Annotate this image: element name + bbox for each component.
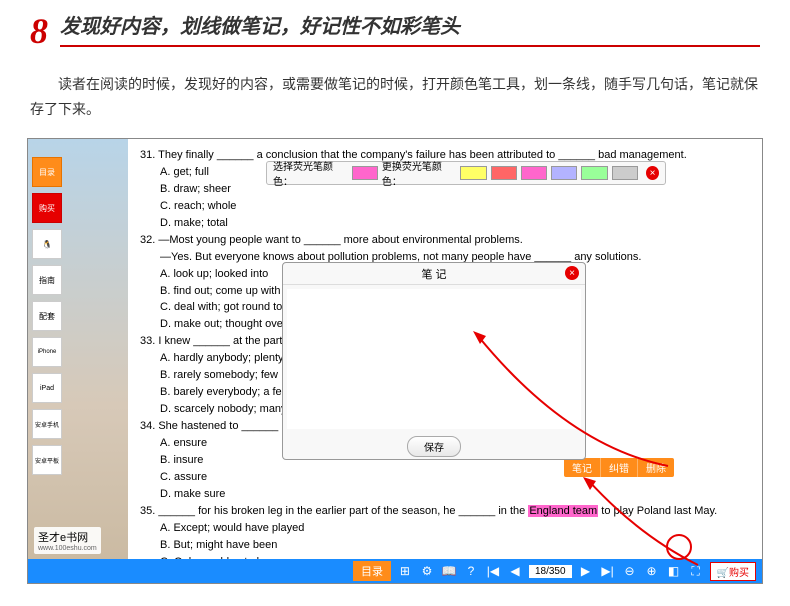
- annotation-bar: 笔记 纠错 删除: [564, 458, 674, 477]
- fullscreen-icon[interactable]: ⛶: [688, 563, 704, 579]
- scribble-tab[interactable]: 纠错: [601, 458, 638, 477]
- color-swatch-active[interactable]: [352, 166, 378, 180]
- section-number: 8: [30, 10, 48, 52]
- option-35a: A. Except; would have played: [140, 521, 750, 537]
- close-note-icon[interactable]: ×: [565, 266, 579, 280]
- android-phone-button[interactable]: 安卓手机: [32, 409, 62, 439]
- color-swatch-yellow[interactable]: [460, 166, 486, 180]
- app-screenshot: 目录 购买 🐧 指南 配套 iPhone iPad 安卓手机 安卓平板 31. …: [27, 138, 763, 584]
- brand-logo: 圣才e书网 www.100eshu.com: [34, 527, 101, 554]
- change-color-label: 更换荧光笔颜色：: [382, 158, 457, 188]
- zoom-in-icon[interactable]: ⊕: [644, 563, 660, 579]
- bottom-catalog-button[interactable]: 目录: [353, 561, 391, 581]
- support-button[interactable]: 配套: [32, 301, 62, 331]
- question-32: 32. —Most young people want to ______ mo…: [140, 233, 750, 249]
- guide-button[interactable]: 指南: [32, 265, 62, 295]
- qq-button[interactable]: 🐧: [32, 229, 62, 259]
- logo-title: 圣才e书网: [38, 529, 97, 545]
- color-swatch-pink[interactable]: [521, 166, 547, 180]
- buy-button[interactable]: 购买: [32, 193, 62, 223]
- save-note-button[interactable]: 保存: [407, 436, 461, 457]
- question-35: 35. ______ for his broken leg in the ear…: [140, 504, 750, 520]
- bottom-toolbar: 目录 ⊞ ⚙ 📖 ? |◀ ◀ 18/350 ▶ ▶| ⊖ ⊕ ◧ ⛶ 🛒购买: [28, 559, 762, 583]
- note-popup-header: 笔 记 ×: [283, 263, 585, 285]
- help-icon[interactable]: ?: [463, 563, 479, 579]
- option-31d: D. make; total: [140, 216, 750, 232]
- delete-tab[interactable]: 删除: [638, 458, 674, 477]
- highlighter-toolbar: 选择荧光笔颜色： 更换荧光笔颜色： ×: [266, 161, 666, 185]
- next-page-icon[interactable]: ▶: [578, 563, 594, 579]
- qq-icon: 🐧: [42, 240, 52, 249]
- highlighter-tool-icon[interactable]: ◧: [666, 563, 682, 579]
- intro-text: 读者在阅读的时候，发现好的内容，或需要做笔记的时候，打开颜色笔工具，划一条线，随…: [0, 60, 790, 132]
- logo-url: www.100eshu.com: [38, 545, 97, 552]
- page-indicator[interactable]: 18/350: [529, 565, 572, 578]
- prev-page-icon[interactable]: ◀: [507, 563, 523, 579]
- color-swatch-red[interactable]: [491, 166, 517, 180]
- settings-icon[interactable]: ⚙: [419, 563, 435, 579]
- color-swatch-blue[interactable]: [551, 166, 577, 180]
- note-textarea[interactable]: [287, 289, 581, 429]
- bookmark-icon[interactable]: 📖: [441, 563, 457, 579]
- color-swatch-gray[interactable]: [612, 166, 638, 180]
- option-34d: D. make sure: [140, 487, 750, 503]
- left-toolbar: 目录 购买 🐧 指南 配套 iPhone iPad 安卓手机 安卓平板: [32, 157, 64, 475]
- section-title: 发现好内容，划线做笔记，好记性不如彩笔头: [60, 10, 760, 39]
- note-popup-title: 笔 记: [421, 266, 446, 282]
- zoom-out-icon[interactable]: ⊖: [622, 563, 638, 579]
- option-31c: C. reach; whole: [140, 199, 750, 215]
- option-35b: B. But; might have been: [140, 538, 750, 554]
- bottom-buy-button[interactable]: 🛒购买: [710, 562, 756, 581]
- ipad-button[interactable]: iPad: [32, 373, 62, 403]
- catalog-button[interactable]: 目录: [32, 157, 62, 187]
- note-tab[interactable]: 笔记: [564, 458, 601, 477]
- color-swatch-green[interactable]: [581, 166, 607, 180]
- last-page-icon[interactable]: ▶|: [600, 563, 616, 579]
- first-page-icon[interactable]: |◀: [485, 563, 501, 579]
- grid-icon[interactable]: ⊞: [397, 563, 413, 579]
- highlighted-text[interactable]: England team: [528, 505, 598, 517]
- select-color-label: 选择荧光笔颜色：: [273, 158, 348, 188]
- note-popup: 笔 记 × 保存: [282, 262, 586, 460]
- android-tablet-button[interactable]: 安卓平板: [32, 445, 62, 475]
- close-highlighter-icon[interactable]: ×: [646, 166, 659, 180]
- iphone-button[interactable]: iPhone: [32, 337, 62, 367]
